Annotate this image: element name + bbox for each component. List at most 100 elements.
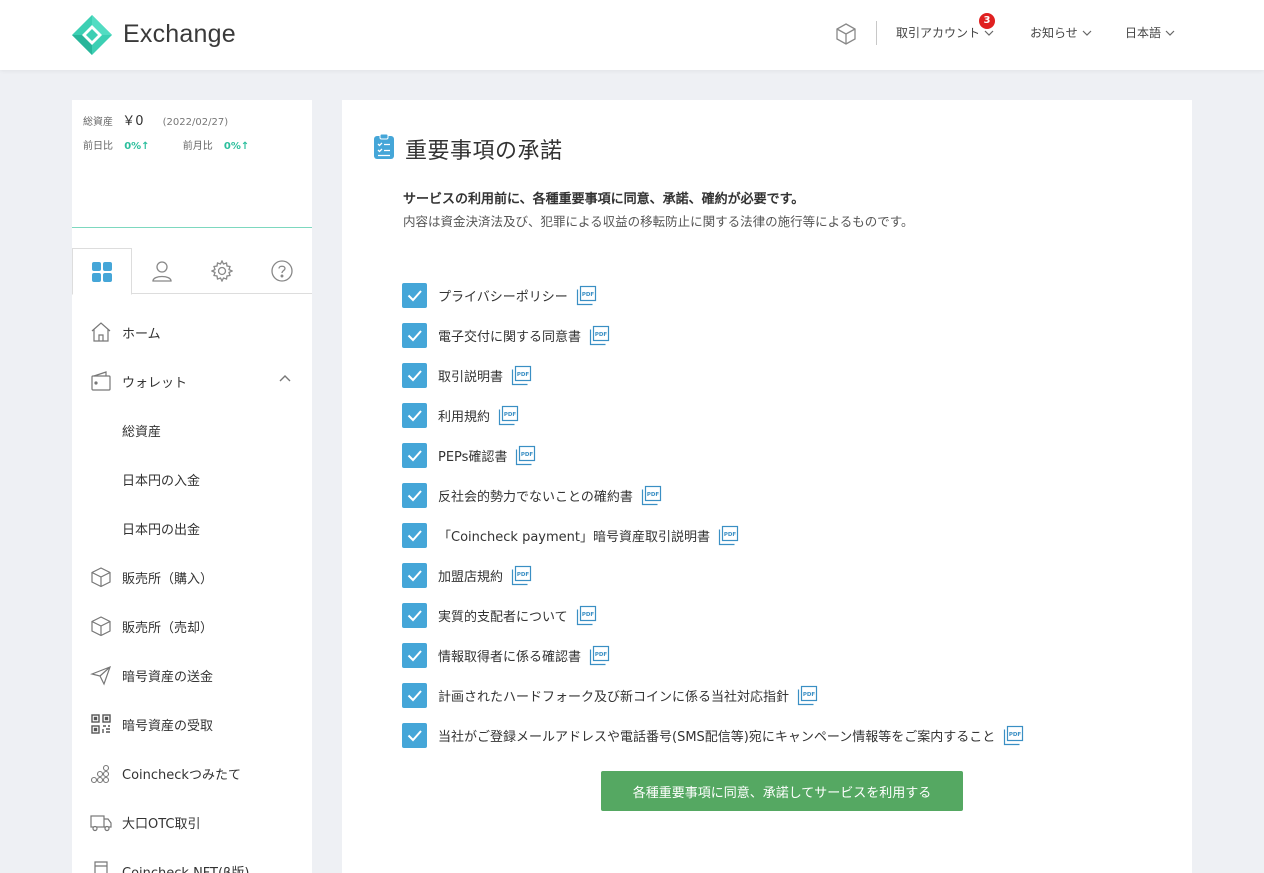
sidebar-item-sell[interactable]: 販売所（売却） bbox=[72, 601, 312, 650]
consent-checkbox[interactable] bbox=[402, 522, 427, 548]
box-icon bbox=[91, 567, 111, 588]
sidebar-item-tsumitate[interactable]: Coincheckつみたて bbox=[72, 748, 312, 797]
consent-checkbox[interactable] bbox=[402, 442, 427, 468]
consent-item: 利用規約 PDF bbox=[402, 395, 1024, 435]
sidebar-item-label: Coincheckつみたて bbox=[122, 768, 241, 783]
coins-icon bbox=[90, 764, 110, 784]
consent-item: 情報取得者に係る確認書 PDF bbox=[402, 635, 1024, 675]
account-menu-label: 取引アカウント bbox=[896, 26, 981, 40]
month-change-value: 0%↑ bbox=[223, 141, 250, 152]
sidebar-item-receive-crypto[interactable]: 暗号資産の受取 bbox=[72, 699, 312, 748]
home-icon bbox=[91, 322, 111, 342]
asset-summary: 総資産 ￥0 (2022/02/27) 前日比 0%↑ 前月比 0%↑ bbox=[72, 100, 312, 228]
consent-item: 反社会的勢力でないことの確約書 PDF bbox=[402, 475, 1024, 515]
help-icon bbox=[271, 260, 293, 282]
consent-checkbox[interactable] bbox=[402, 682, 427, 708]
sidebar-item-home[interactable]: ホーム bbox=[72, 307, 312, 356]
account-menu[interactable]: 取引アカウント bbox=[896, 24, 994, 41]
account-notification-badge: 3 bbox=[979, 13, 995, 29]
consent-item-label[interactable]: 反社会的勢力でないことの確約書 bbox=[438, 486, 633, 505]
total-assets-label: 総資産 bbox=[83, 117, 113, 128]
day-change-label: 前日比 bbox=[83, 141, 113, 152]
svg-text:PDF: PDF bbox=[1009, 732, 1022, 738]
sidebar-item-buy[interactable]: 販売所（購入） bbox=[72, 552, 312, 601]
svg-text:PDF: PDF bbox=[595, 652, 608, 658]
language-menu[interactable]: 日本語 bbox=[1125, 24, 1175, 41]
consent-checkbox[interactable] bbox=[402, 602, 427, 628]
consent-item-label[interactable]: 利用規約 bbox=[438, 406, 490, 425]
sidebar-item-label: ウォレット bbox=[122, 376, 188, 391]
consent-checkbox[interactable] bbox=[402, 362, 427, 388]
chevron-down-icon bbox=[984, 30, 994, 36]
consent-item: 取引説明書 PDF bbox=[402, 355, 1024, 395]
tab-help[interactable] bbox=[252, 248, 312, 294]
sidebar-subitem-total-assets[interactable]: 総資産 bbox=[72, 405, 312, 454]
consent-checkbox[interactable] bbox=[402, 642, 427, 668]
consent-item-label[interactable]: 「Coincheck payment」暗号資産取引説明書 bbox=[438, 526, 710, 545]
consent-checkbox[interactable] bbox=[402, 482, 427, 508]
pdf-icon[interactable]: PDF bbox=[511, 565, 532, 586]
consent-checkbox[interactable] bbox=[402, 722, 427, 748]
pdf-icon[interactable]: PDF bbox=[498, 405, 519, 426]
consent-checklist: プライバシーポリシー PDF 電子交付に関する同意書 PDF 取引説明書 PDF 利用規約 P… bbox=[402, 275, 1024, 755]
sidebar-item-label: 販売所（売却） bbox=[122, 621, 214, 636]
sidebar-item-label: 総資産 bbox=[122, 425, 162, 440]
pdf-icon[interactable]: PDF bbox=[718, 525, 739, 546]
sidebar-tabs bbox=[72, 248, 312, 295]
cube-icon[interactable] bbox=[834, 22, 858, 46]
consent-item-label[interactable]: PEPs確認書 bbox=[438, 446, 507, 465]
pdf-icon[interactable]: PDF bbox=[511, 365, 532, 386]
qr-icon bbox=[91, 714, 111, 734]
lead-text-bold: サービスの利用前に、各種重要事項に同意、承諾、確約が必要です。 bbox=[403, 192, 805, 207]
truck-icon bbox=[90, 815, 112, 832]
tab-dashboard[interactable] bbox=[72, 248, 132, 295]
consent-item-label[interactable]: 当社がご登録メールアドレスや電話番号(SMS配信等)宛にキャンペーン情報等をご案… bbox=[438, 726, 995, 745]
sidebar-item-wallet[interactable]: ウォレット bbox=[72, 356, 312, 405]
svg-text:PDF: PDF bbox=[504, 412, 517, 418]
consent-checkbox[interactable] bbox=[402, 322, 427, 348]
tab-profile[interactable] bbox=[132, 248, 192, 294]
sidebar-item-otc[interactable]: 大口OTC取引 bbox=[72, 797, 312, 846]
sidebar-item-label: 暗号資産の送金 bbox=[122, 670, 214, 685]
asset-date: (2022/02/27) bbox=[162, 117, 229, 128]
consent-item: 当社がご登録メールアドレスや電話番号(SMS配信等)宛にキャンペーン情報等をご案… bbox=[402, 715, 1024, 755]
user-icon bbox=[152, 261, 172, 282]
gear-icon bbox=[211, 260, 233, 282]
pdf-icon[interactable]: PDF bbox=[797, 685, 818, 706]
pdf-icon[interactable]: PDF bbox=[641, 485, 662, 506]
pdf-icon[interactable]: PDF bbox=[1003, 725, 1024, 746]
consent-item-label[interactable]: 計画されたハードフォーク及び新コインに係る当社対応指針 bbox=[438, 686, 789, 705]
agree-submit-button[interactable]: 各種重要事項に同意、承諾してサービスを利用する bbox=[601, 771, 963, 811]
consent-checkbox[interactable] bbox=[402, 402, 427, 428]
news-menu-label: お知らせ bbox=[1030, 26, 1078, 40]
sidebar-item-label: Coincheck NFT(β版) bbox=[122, 862, 249, 873]
send-icon bbox=[90, 665, 112, 686]
consent-item-label[interactable]: 情報取得者に係る確認書 bbox=[438, 646, 581, 665]
consent-checkbox[interactable] bbox=[402, 562, 427, 588]
tab-settings[interactable] bbox=[192, 248, 252, 294]
consent-checkbox[interactable] bbox=[402, 282, 427, 308]
consent-item: PEPs確認書 PDF bbox=[402, 435, 1024, 475]
sidebar-item-send-crypto[interactable]: 暗号資産の送金 bbox=[72, 650, 312, 699]
sidebar-item-nft[interactable]: Coincheck NFT(β版) bbox=[72, 846, 312, 873]
consent-item-label[interactable]: プライバシーポリシー bbox=[438, 286, 568, 305]
pdf-icon[interactable]: PDF bbox=[515, 445, 536, 466]
svg-text:PDF: PDF bbox=[803, 692, 816, 698]
sidebar-subitem-jpy-deposit[interactable]: 日本円の入金 bbox=[72, 454, 312, 503]
sidebar-subitem-jpy-withdraw[interactable]: 日本円の出金 bbox=[72, 503, 312, 552]
news-menu[interactable]: お知らせ bbox=[1030, 24, 1092, 41]
sidebar-item-label: 日本円の入金 bbox=[122, 474, 201, 489]
consent-item-label[interactable]: 電子交付に関する同意書 bbox=[438, 326, 581, 345]
header-divider bbox=[876, 21, 877, 45]
pdf-icon[interactable]: PDF bbox=[589, 325, 610, 346]
brand-name[interactable]: Exchange bbox=[123, 20, 236, 49]
consent-item-label[interactable]: 加盟店規約 bbox=[438, 566, 503, 585]
chevron-up-icon[interactable] bbox=[279, 373, 291, 385]
pdf-icon[interactable]: PDF bbox=[576, 285, 597, 306]
pdf-icon[interactable]: PDF bbox=[576, 605, 597, 626]
consent-item-label[interactable]: 実質的支配者について bbox=[438, 606, 568, 625]
day-change-value: 0%↑ bbox=[124, 141, 150, 152]
exchange-logo-icon[interactable] bbox=[71, 14, 113, 56]
consent-item-label[interactable]: 取引説明書 bbox=[438, 366, 503, 385]
pdf-icon[interactable]: PDF bbox=[589, 645, 610, 666]
